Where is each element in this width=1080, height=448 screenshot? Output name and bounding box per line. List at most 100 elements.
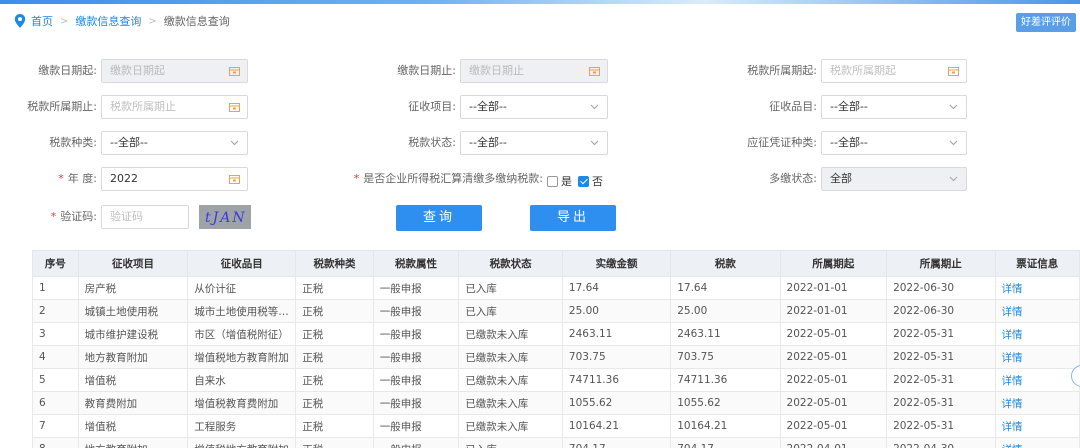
chevron-down-icon [949,140,958,146]
table-cell: 2022-05-01 [779,368,888,392]
table-cell: 正税 [295,414,374,438]
detail-link[interactable]: 详情 [994,276,1080,300]
table-row: 1 房产税 从价计征 正税 一般申报 已入库 17.64 17.64 2022-01-01 202… [32,276,1080,300]
table-cell: 2022-06-30 [886,276,996,300]
table-cell: 工程服务 [187,414,297,438]
pay-date-start-input[interactable]: 缴款日期起 [101,59,248,83]
detail-link[interactable]: 详情 [994,437,1080,448]
detail-link[interactable]: 详情 [994,345,1080,369]
column-header: 征收项目 [77,250,189,277]
breadcrumb: 首页 > 缴款信息查询 > 缴款信息查询 [14,13,230,29]
detail-link[interactable]: 详情 [994,414,1080,438]
option-yes-checkbox[interactable] [547,175,558,187]
table-cell: 一般申报 [372,345,460,369]
table-cell: 已缴款未入库 [458,414,563,438]
captcha-image[interactable]: tJAN [199,205,251,229]
year-label-text: 年 度: [67,172,97,185]
levy-item-select[interactable]: --全部-- [460,95,608,119]
table-cell: 房产税 [77,276,189,300]
detail-link[interactable]: 详情 [994,322,1080,346]
table-cell: 一般申报 [372,368,460,392]
column-header: 所属期止 [886,250,996,277]
table-cell: 2022-04-01 [779,437,888,448]
column-header: 税款属性 [372,250,460,277]
table-cell: 2022-05-01 [779,391,888,415]
table-cell: 增值税 [77,414,189,438]
table-cell: 城市土地使用税等… [187,299,297,323]
table-cell: 6 [32,391,79,415]
required-asterisk: * [58,172,64,185]
pay-date-start-label: 缴款日期起: [38,64,97,77]
detail-link[interactable]: 详情 [994,368,1080,392]
column-header: 税款状态 [458,250,563,277]
tax-type-value: --全部-- [110,136,148,149]
table-cell: 正税 [295,276,374,300]
detail-link[interactable]: 详情 [994,299,1080,323]
voucher-type-select[interactable]: --全部-- [821,131,967,155]
table-cell: 2022-05-01 [779,345,888,369]
voucher-type-value: --全部-- [830,136,868,149]
table-cell: 2022-05-31 [886,322,996,346]
required-asterisk: * [353,172,360,185]
table-cell: 703.75 [670,345,781,369]
chevron-down-icon [230,140,239,146]
table-cell: 74711.36 [561,368,672,392]
chevron-down-icon [590,104,599,110]
column-header: 所属期起 [779,250,888,277]
calendar-icon [229,103,240,112]
filter-row-1: 缴款日期起: 缴款日期起 缴款日期止: 缴款日期止 税款所属期起: 税款所属期起 [0,59,1080,85]
query-button[interactable]: 查询 [396,205,482,231]
chevron-down-icon [949,104,958,110]
table-cell: 已缴款未入库 [458,322,563,346]
levy-subitem-select[interactable]: --全部-- [821,95,967,119]
breadcrumb-home[interactable]: 首页 [31,13,53,29]
table-cell: 2022-05-31 [886,391,996,415]
tax-period-end-input[interactable]: 税款所属期止 [101,95,248,119]
levy-subitem-label: 征收品目: [769,100,817,113]
table-cell: 增值税 [77,368,189,392]
column-header: 实缴金额 [561,250,672,277]
column-header: 征收品目 [187,250,297,277]
pay-date-end-label: 缴款日期止: [397,64,456,77]
table-row: 8地方教育附加增值税地方教育附加正税一般申报已入库704.17704.17202… [32,437,1080,448]
detail-link[interactable]: 详情 [994,391,1080,415]
table-row: 3 城市维护建设税 市区（增值税附征） 正税 一般申报 已缴款未入库 2463.11 2463… [32,322,1080,346]
calendar-icon [948,67,959,76]
table-cell: 地方教育附加 [77,437,189,448]
table-row: 4 地方教育附加 增值税地方教育附加 正税 一般申报 已缴款未入库 703.75 703.75… [32,345,1080,369]
year-input[interactable]: 2022 [101,167,248,191]
location-pin-icon [14,14,26,28]
table-cell: 2 [32,299,79,323]
rate-service-button[interactable]: 好差评评价 [1016,13,1076,32]
table-cell: 2022-05-31 [886,368,996,392]
column-header: 税款 [670,250,781,277]
pay-date-end-input[interactable]: 缴款日期止 [460,59,608,83]
year-value: 2022 [110,172,138,185]
table-cell: 正税 [295,368,374,392]
tax-period-start-placeholder: 税款所属期起 [830,64,896,77]
table-row: 5 增值税 自来水 正税 一般申报 已缴款未入库 74711.36 74711.36 2022-… [32,368,1080,392]
export-button[interactable]: 导出 [530,205,616,231]
table-cell: 正税 [295,322,374,346]
table-cell: 8 [32,437,79,448]
table-cell: 17.64 [670,276,781,300]
captcha-input[interactable]: 验证码 [101,205,189,229]
tax-status-select[interactable]: --全部-- [460,131,608,155]
table-cell: 2022-05-31 [886,345,996,369]
tax-status-value: --全部-- [469,136,507,149]
table-cell: 正税 [295,437,374,448]
table-cell: 2022-04-30 [886,437,996,448]
tax-period-start-input[interactable]: 税款所属期起 [821,59,967,83]
top-banner-strip [0,0,1080,4]
table-cell: 已缴款未入库 [458,345,563,369]
filter-row-3: 税款种类: --全部-- 税款状态: --全部-- 应征凭证种类: --全部-- [0,131,1080,157]
breadcrumb-level1[interactable]: 缴款信息查询 [75,13,141,29]
option-no-checkbox[interactable] [578,175,589,187]
overpay-status-select[interactable]: 全部 [821,167,967,191]
captcha-image-text: tJAN [205,210,247,226]
captcha-placeholder: 验证码 [110,210,143,223]
tax-status-label: 税款状态: [408,136,456,149]
table-cell: 17.64 [561,276,672,300]
table-cell: 正税 [295,345,374,369]
tax-type-select[interactable]: --全部-- [101,131,248,155]
